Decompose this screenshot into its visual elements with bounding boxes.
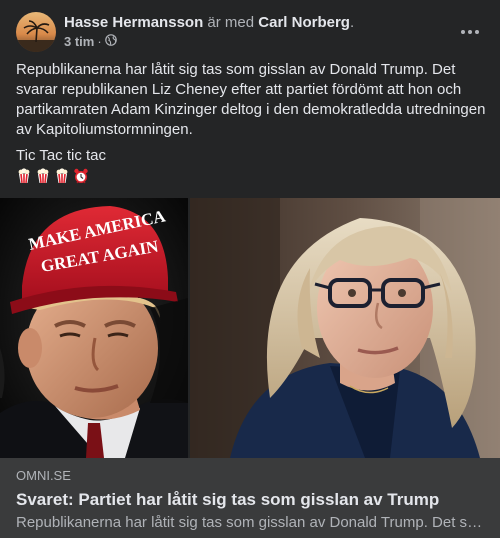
link-preview[interactable]: OMNI.SE Svaret: Partiet har låtit sig ta… (0, 458, 500, 538)
man-in-red-cap-photo[interactable]: MAKE AMERICA GREAT AGAIN (0, 198, 188, 458)
popcorn-icon (35, 168, 51, 189)
avatar[interactable] (16, 12, 56, 52)
tagged-name[interactable]: Carl Norberg (258, 14, 350, 31)
post-header: Hasse Hermansson är med Carl Norberg. 3 … (16, 12, 484, 52)
alarm-clock-icon (73, 168, 89, 189)
link-description: Republikanerna har låtit sig tas som gis… (16, 514, 484, 531)
popcorn-icon (16, 168, 32, 189)
post-meta: Hasse Hermansson är med Carl Norberg. 3 … (64, 12, 354, 50)
more-options-icon[interactable] (456, 18, 484, 46)
post-text: Republikanerna har låtit sig tas som gis… (16, 61, 486, 138)
author-name[interactable]: Hasse Hermansson (64, 14, 203, 31)
separator-dot: · (97, 34, 102, 49)
popcorn-icon (54, 168, 70, 189)
feed-post: Hasse Hermansson är med Carl Norberg. 3 … (0, 0, 500, 538)
tagged-suffix: . (349, 14, 355, 31)
link-domain: OMNI.SE (16, 468, 71, 483)
post-author-line: Hasse Hermansson är med Carl Norberg. (64, 13, 354, 33)
post-time[interactable]: 3 tim (64, 34, 94, 50)
post-media[interactable]: MAKE AMERICA GREAT AGAIN (0, 198, 500, 458)
post-text-secondary: Tic Tac tic tac (16, 147, 107, 164)
emoji-row (16, 168, 89, 189)
link-headline[interactable]: Svaret: Partiet har låtit sig tas som gi… (16, 489, 484, 511)
woman-with-glasses-photo[interactable] (190, 198, 500, 458)
post-subline: 3 tim · (64, 34, 354, 50)
globe-icon[interactable] (104, 34, 117, 50)
with-text: är med (207, 14, 255, 31)
